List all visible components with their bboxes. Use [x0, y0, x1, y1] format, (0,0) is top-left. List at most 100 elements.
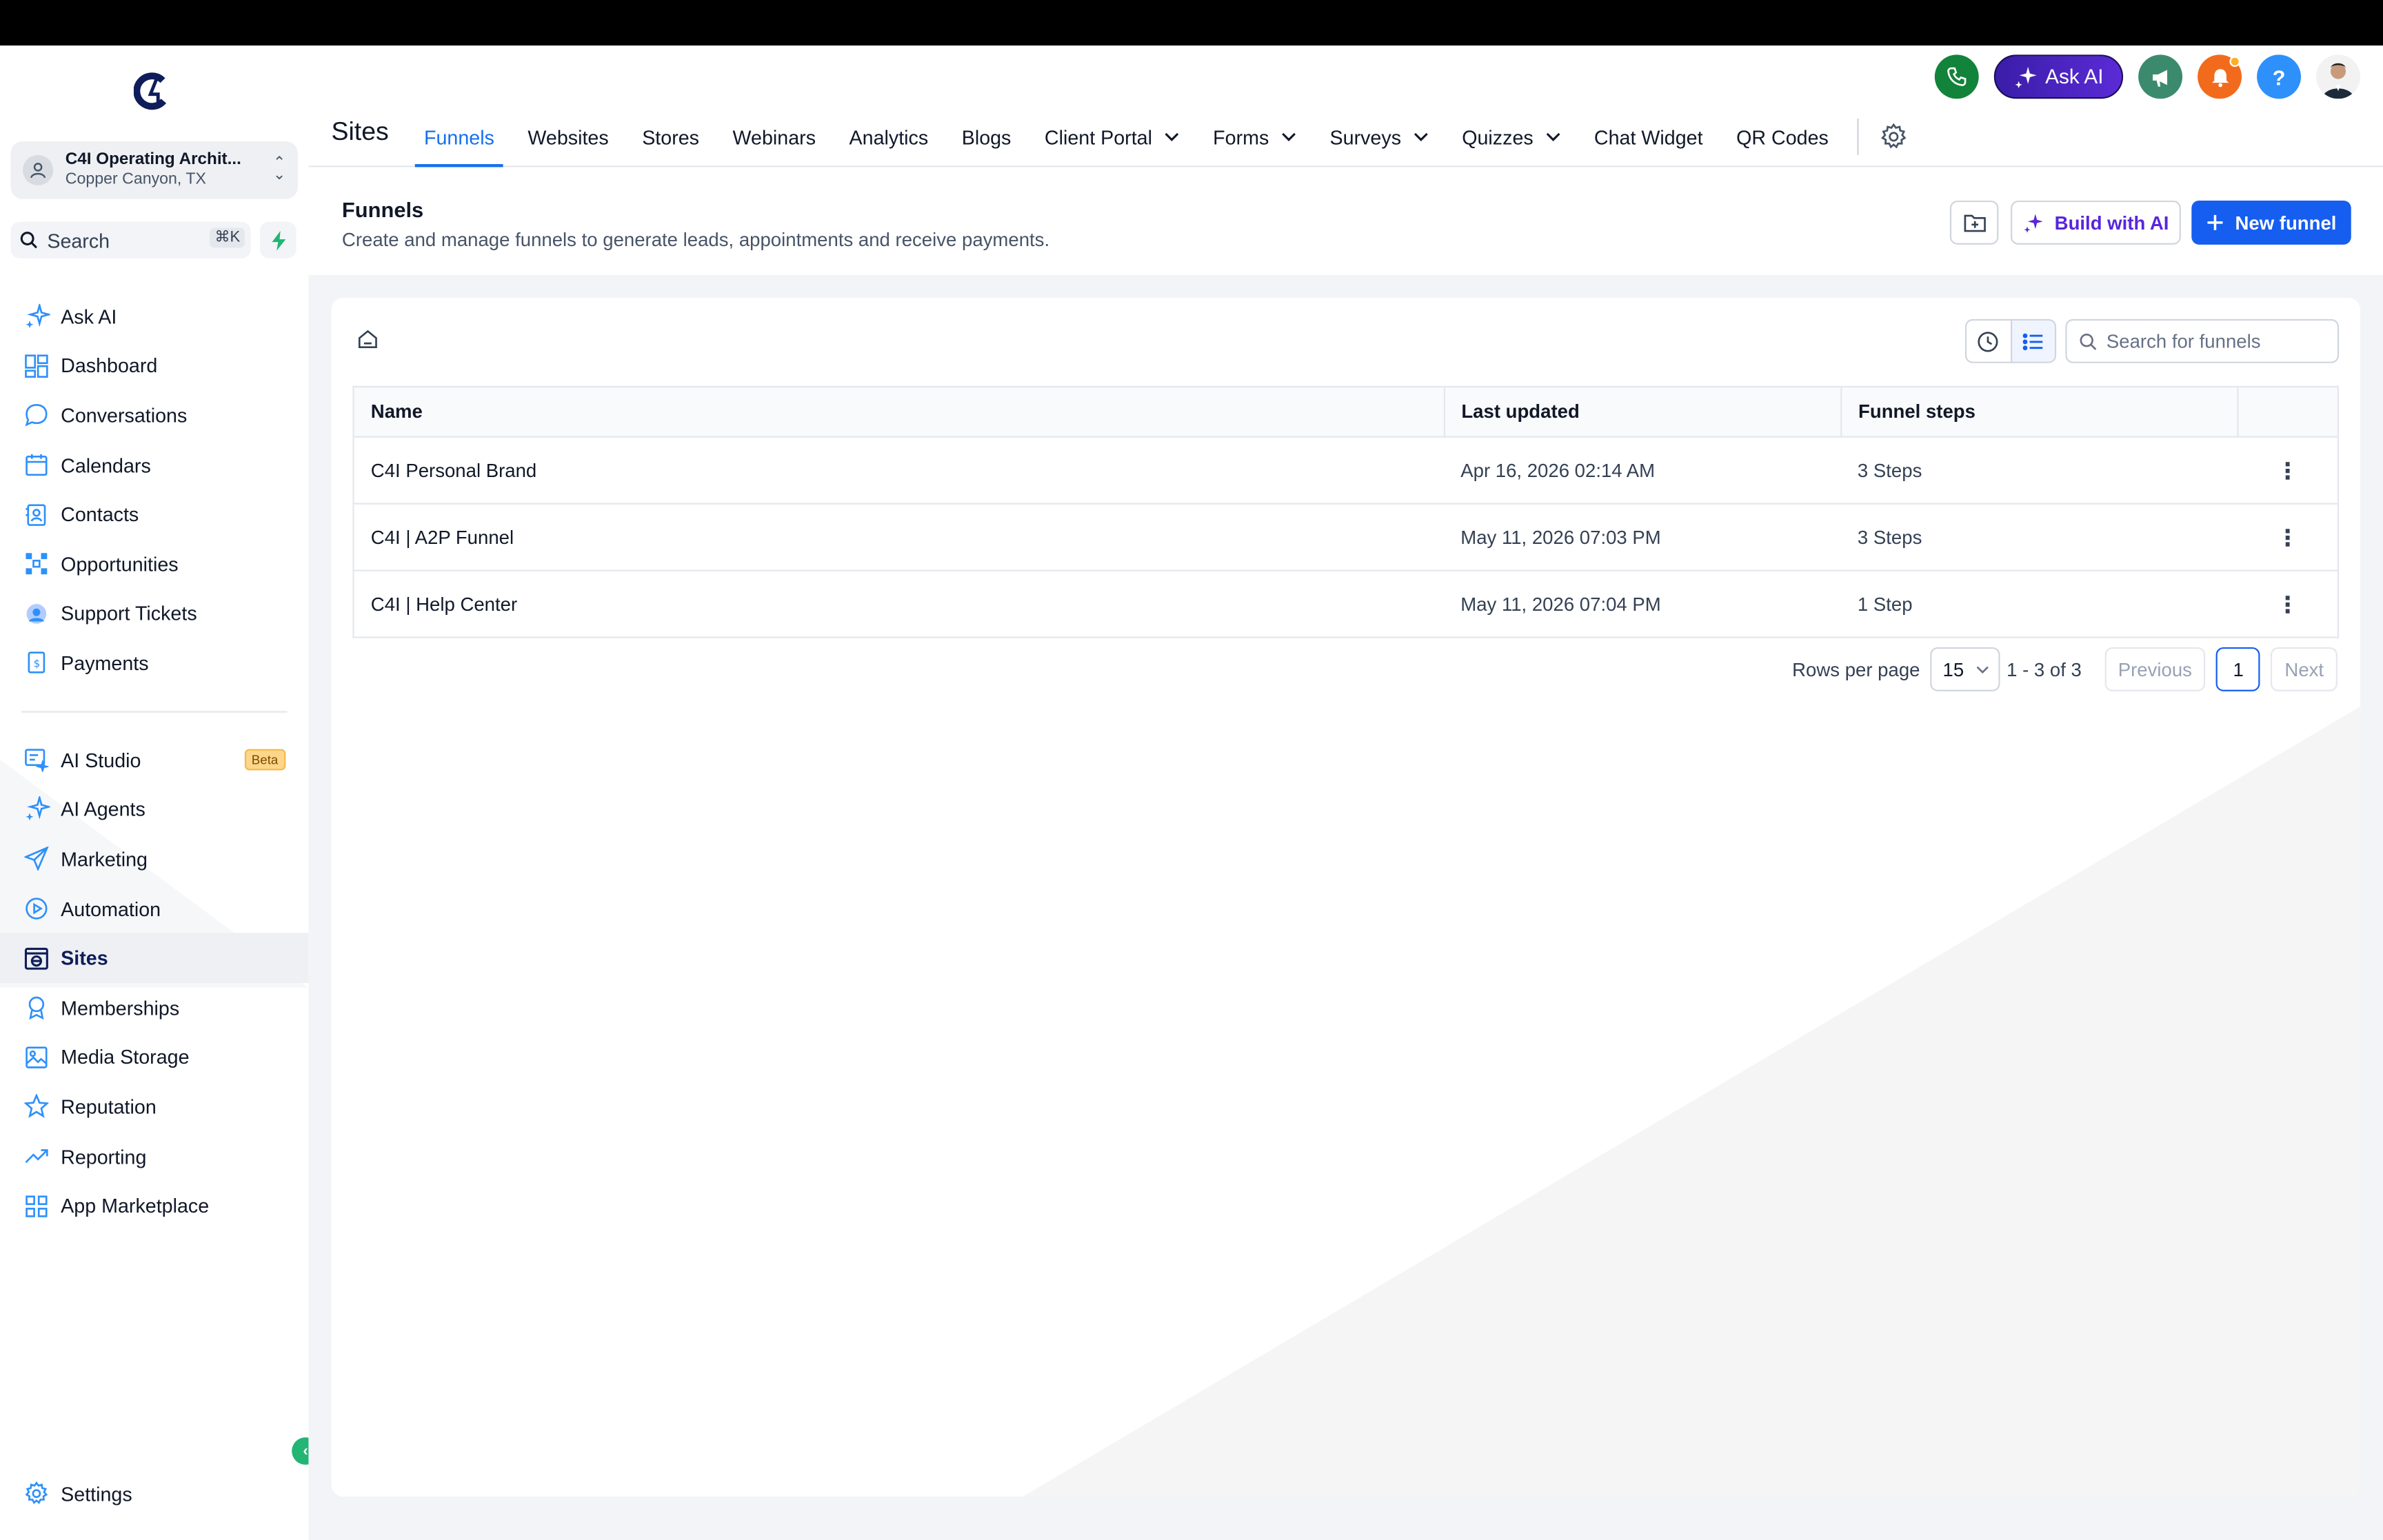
sidebar-item-label: Support Tickets: [61, 602, 197, 625]
announcements-button[interactable]: [2138, 54, 2183, 99]
row-actions-button[interactable]: ⋮: [2238, 436, 2339, 505]
list-view-button[interactable]: [2010, 321, 2055, 362]
sidebar-item-marketing[interactable]: Marketing: [0, 834, 308, 884]
previous-page-button[interactable]: Previous: [2104, 647, 2206, 691]
sidebar-item-reporting[interactable]: Reporting: [0, 1132, 308, 1182]
funnel-name[interactable]: C4I Personal Brand: [353, 436, 1444, 505]
sidebar-item-conversations[interactable]: Conversations: [0, 391, 308, 440]
sidebar-item-automation[interactable]: Automation: [0, 884, 308, 933]
sidebar-item-label: Ask AI: [61, 305, 117, 328]
contacts-icon: [23, 501, 50, 529]
column-header-last-updated[interactable]: Last updated: [1443, 386, 1842, 438]
sidebar-item-app-marketplace[interactable]: App Marketplace: [0, 1181, 308, 1230]
funnel-name[interactable]: C4I | A2P Funnel: [353, 503, 1444, 571]
sidebar-item-label: Memberships: [61, 996, 180, 1020]
brand-logo[interactable]: [133, 72, 173, 111]
funnel-name[interactable]: C4I | Help Center: [353, 571, 1444, 638]
tab-websites[interactable]: Websites: [511, 106, 625, 167]
sidebar-nav-secondary: AI Studio Beta AI Agents Marketing Autom…: [0, 736, 309, 1230]
row-actions-button[interactable]: ⋮: [2238, 571, 2338, 638]
column-header-funnel-steps[interactable]: Funnel steps: [1840, 386, 2239, 438]
notification-dot: [2229, 56, 2240, 67]
rows-per-page-select[interactable]: 15: [1930, 647, 2001, 691]
sidebar-item-ai-studio[interactable]: AI Studio Beta: [0, 736, 308, 785]
recent-view-button[interactable]: [1967, 321, 2011, 362]
account-name: C4I Operating Archit...: [65, 150, 241, 169]
chevron-down-icon: [1414, 128, 1429, 145]
sparkle-icon: [2024, 213, 2043, 232]
sidebar-item-label: Marketing: [61, 847, 148, 871]
chevron-left-icon: ‹: [303, 1442, 308, 1460]
sidebar-item-settings[interactable]: Settings: [0, 1469, 308, 1518]
notifications-button[interactable]: [2198, 54, 2242, 99]
new-funnel-button[interactable]: New funnel: [2191, 200, 2351, 245]
sidebar-item-ai-agents[interactable]: AI Agents: [0, 785, 308, 835]
user-photo-icon: [2316, 54, 2360, 99]
sidebar-item-opportunities[interactable]: Opportunities: [0, 539, 308, 589]
sparkle-icon: [23, 303, 50, 330]
tab-forms[interactable]: Forms: [1196, 106, 1313, 167]
sidebar-item-payments[interactable]: $ Payments: [0, 638, 308, 688]
user-avatar[interactable]: [2316, 54, 2360, 99]
tab-qr-codes[interactable]: QR Codes: [1720, 106, 1845, 167]
tab-analytics[interactable]: Analytics: [832, 106, 945, 167]
phone-button[interactable]: [1934, 54, 1979, 99]
sparkle-icon: [2014, 65, 2037, 88]
sites-settings-button[interactable]: [1871, 106, 1917, 167]
image-icon: [23, 1044, 50, 1071]
apps-icon: [23, 1192, 50, 1219]
sidebar-item-dashboard[interactable]: Dashboard: [0, 341, 308, 391]
gear-icon: [23, 1480, 50, 1508]
tab-webinars[interactable]: Webinars: [716, 106, 832, 167]
search-funnels-input[interactable]: [2106, 330, 2320, 352]
table-row[interactable]: C4I | A2P Funnel May 11, 2026 07:03 PM 3…: [353, 503, 2339, 571]
chevron-up-down-icon: ⌃ ⌄: [272, 154, 286, 184]
help-button[interactable]: ?: [2257, 54, 2302, 99]
new-folder-button[interactable]: [1949, 200, 1999, 245]
account-avatar-icon: [23, 154, 54, 185]
pagination: Rows per page 15 1 - 3 of 3 Previous 1 N…: [1792, 647, 2337, 691]
tab-funnels[interactable]: Funnels: [408, 106, 511, 168]
sidebar-search-label: Search: [47, 228, 110, 252]
sidebar-search[interactable]: Search ⌘K: [10, 221, 251, 259]
tab-client-portal[interactable]: Client Portal: [1028, 106, 1196, 167]
account-switcher[interactable]: C4I Operating Archit... Copper Canyon, T…: [10, 141, 299, 199]
view-toggle: [1964, 318, 2057, 363]
folder-plus-icon: [1963, 214, 1985, 232]
funnel-last-updated: May 11, 2026 07:04 PM: [1460, 593, 1661, 615]
next-page-button[interactable]: Next: [2271, 647, 2337, 691]
search-icon: [2080, 332, 2097, 349]
tab-surveys[interactable]: Surveys: [1313, 106, 1445, 167]
tab-chat-widget[interactable]: Chat Widget: [1578, 106, 1720, 167]
tab-quizzes[interactable]: Quizzes: [1445, 106, 1578, 167]
bell-icon: [2211, 68, 2229, 87]
sidebar-item-memberships[interactable]: Memberships: [0, 983, 308, 1033]
trend-icon: [23, 1143, 50, 1171]
table-row[interactable]: C4I | Help Center May 11, 2026 07:04 PM …: [353, 571, 2338, 638]
sidebar-item-calendars[interactable]: Calendars: [0, 440, 308, 490]
tab-blogs[interactable]: Blogs: [945, 106, 1027, 167]
funnel-steps: 1 Step: [1857, 593, 1913, 615]
sidebar-item-label: Calendars: [61, 454, 151, 477]
column-header-name[interactable]: Name: [353, 386, 1445, 438]
sidebar-divider: [21, 711, 288, 713]
ai-studio-icon: [23, 747, 50, 774]
tab-stores[interactable]: Stores: [625, 106, 716, 167]
ask-ai-button[interactable]: Ask AI: [1993, 54, 2124, 99]
sidebar-item-media-storage[interactable]: Media Storage: [0, 1033, 308, 1082]
sidebar-item-reputation[interactable]: Reputation: [0, 1082, 308, 1132]
sidebar-item-support-tickets[interactable]: Support Tickets: [0, 589, 308, 638]
kebab-menu-icon: ⋮: [2276, 591, 2300, 618]
home-breadcrumb-icon[interactable]: [357, 328, 381, 352]
sidebar-item-sites[interactable]: Sites: [0, 933, 309, 983]
build-with-ai-button[interactable]: Build with AI: [2011, 200, 2181, 245]
page-1-button[interactable]: 1: [2216, 647, 2261, 691]
quick-action-button[interactable]: [259, 221, 296, 259]
table-row[interactable]: C4I Personal Brand Apr 16, 2026 02:14 AM…: [353, 436, 2339, 505]
sidebar-item-label: Contacts: [61, 503, 139, 526]
row-actions-button[interactable]: ⋮: [2238, 503, 2339, 571]
sidebar-item-ask-ai[interactable]: Ask AI: [0, 292, 308, 341]
new-funnel-label: New funnel: [2235, 212, 2337, 234]
sidebar-item-contacts[interactable]: Contacts: [0, 490, 308, 540]
sidebar-item-label: App Marketplace: [61, 1194, 210, 1217]
